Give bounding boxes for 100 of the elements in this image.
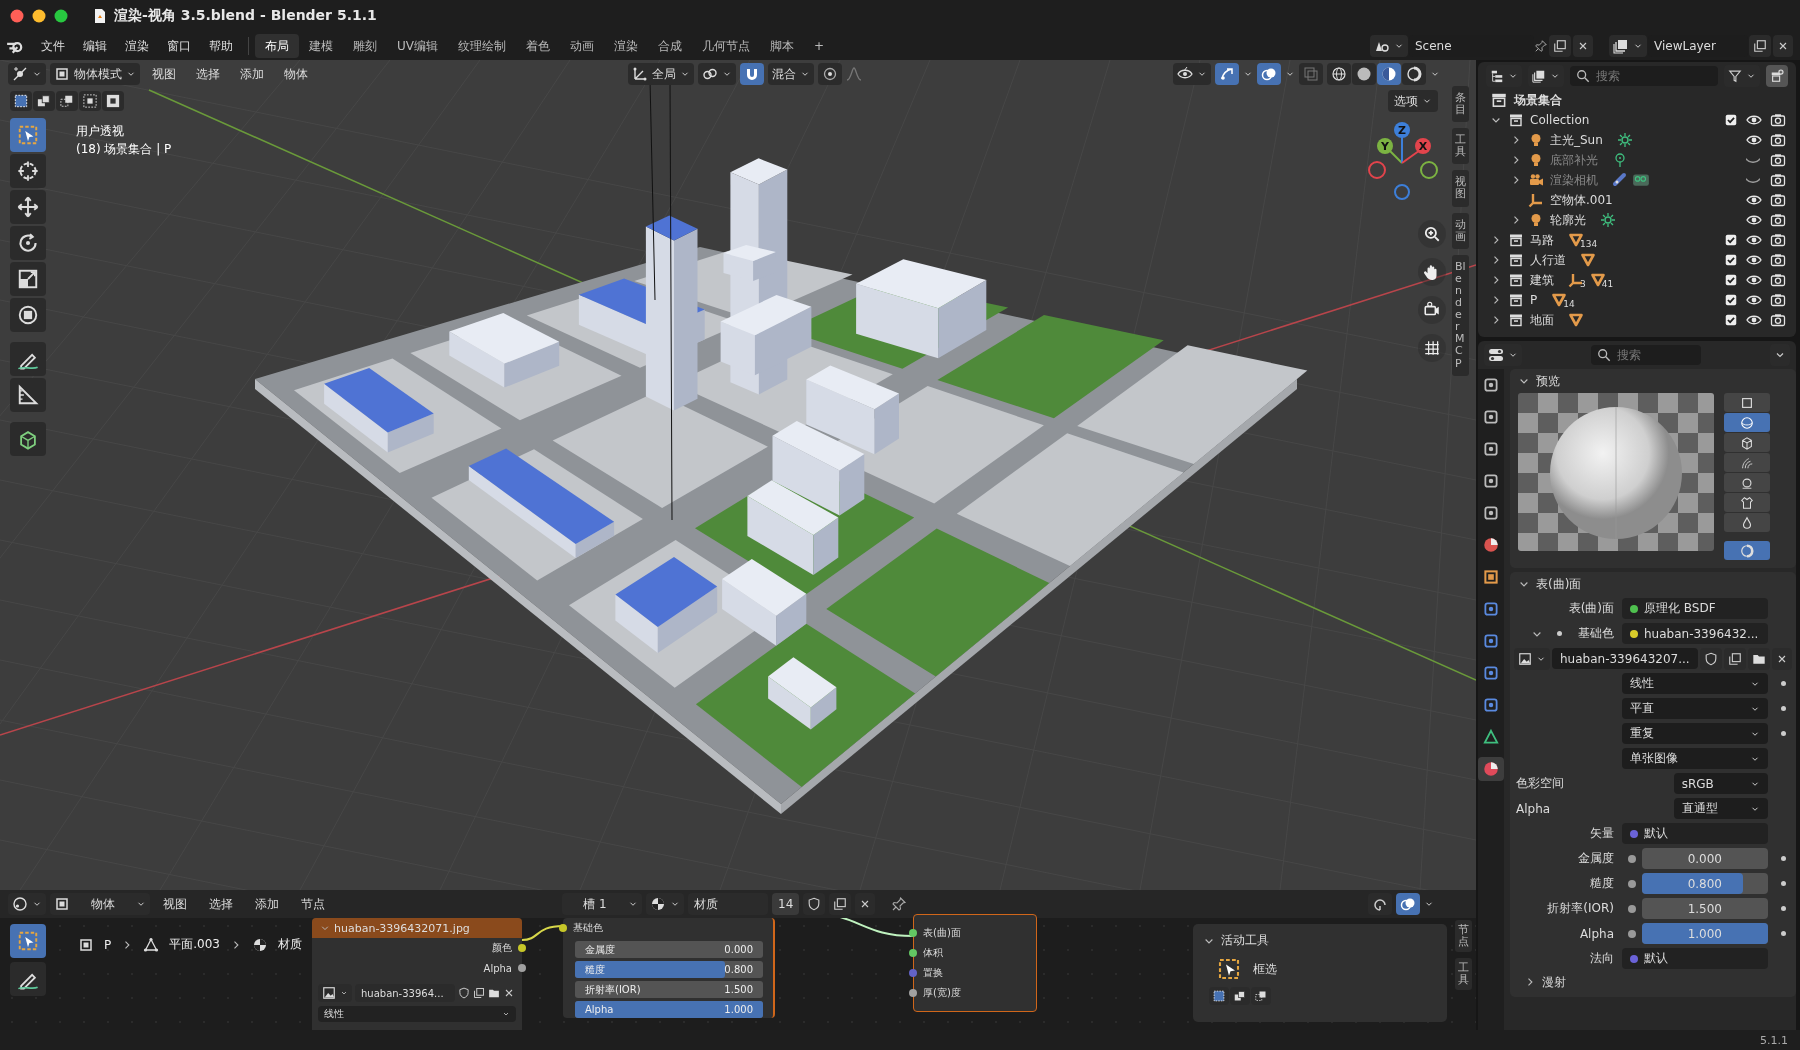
- workspace-tab[interactable]: 几何节点: [692, 34, 760, 58]
- node-slider[interactable]: Alpha 1.000: [575, 1001, 763, 1018]
- value-slider[interactable]: 0.800: [1642, 873, 1768, 894]
- outliner-item[interactable]: 主光_Sun: [1550, 131, 1603, 149]
- property-label: 基础色: [1578, 625, 1614, 642]
- menu-item[interactable]: 添加: [232, 63, 272, 85]
- version-label: 5.1.1: [1760, 1033, 1788, 1047]
- search-field[interactable]: 搜索: [1570, 66, 1718, 86]
- workspace-tab[interactable]: 纹理绘制: [448, 34, 516, 58]
- menu-item[interactable]: 物体: [276, 63, 316, 85]
- menu-item[interactable]: 渲染: [116, 34, 158, 58]
- menu-item[interactable]: 节点: [292, 893, 334, 915]
- property-label: 色彩空间: [1515, 775, 1565, 792]
- socket-label: 基础色: [573, 921, 603, 935]
- image-name-field[interactable]: huaban-33964...: [355, 984, 455, 1002]
- outliner-item[interactable]: 渲染相机: [1550, 171, 1598, 189]
- socket-label: 颜色: [492, 941, 512, 955]
- outliner-item[interactable]: 轮廓光: [1550, 211, 1586, 229]
- socket-label: Alpha: [483, 962, 512, 974]
- menu-item[interactable]: 编辑: [74, 34, 116, 58]
- menu-item[interactable]: 添加: [246, 893, 288, 915]
- material-name-field[interactable]: 材质: [688, 893, 768, 915]
- sidebar-tab[interactable]: 动画: [1452, 212, 1469, 249]
- value-slider[interactable]: 1.000: [1642, 923, 1768, 944]
- options-dropdown[interactable]: 选项: [1388, 90, 1438, 112]
- snap-dropdown[interactable]: 混合: [767, 63, 814, 85]
- outliner-item[interactable]: 空物体.001: [1550, 191, 1613, 209]
- count-label: 41: [1601, 279, 1614, 289]
- axis-handle[interactable]: Z: [1394, 122, 1410, 138]
- node-slider[interactable]: 糙度 0.800: [575, 961, 763, 978]
- sidebar-tab[interactable]: BlenderMCP: [1452, 254, 1469, 376]
- add-workspace-button[interactable]: +: [804, 34, 835, 58]
- count-label: 14: [1563, 299, 1575, 309]
- sidebar-tab[interactable]: 节点: [1455, 920, 1472, 953]
- workspace-tab[interactable]: 渲染: [604, 34, 648, 58]
- menu-item[interactable]: 视图: [144, 63, 184, 85]
- outliner-item[interactable]: 场景集合: [1514, 91, 1562, 109]
- workspace-tab[interactable]: 布局: [255, 34, 299, 58]
- sidebar-tab[interactable]: 工具: [1455, 958, 1472, 991]
- outliner-item[interactable]: Collection: [1530, 113, 1590, 127]
- axis-handle[interactable]: X: [1415, 138, 1431, 154]
- count-label: 3: [1580, 279, 1586, 289]
- outliner-item[interactable]: 人行道: [1530, 251, 1566, 269]
- axis-gizmo[interactable]: Y Z X: [1357, 118, 1447, 208]
- dropdown[interactable]: 单张图像: [1622, 748, 1768, 769]
- menu-item[interactable]: 选择: [200, 893, 242, 915]
- link-field[interactable]: 默认: [1622, 823, 1768, 844]
- view-name: 用户透视: [76, 123, 125, 140]
- sidebar-tab[interactable]: 工具: [1452, 128, 1469, 165]
- dropdown[interactable]: 重复: [1622, 723, 1768, 744]
- axis-handle[interactable]: Y: [1377, 138, 1393, 154]
- link-field[interactable]: 默认: [1622, 948, 1768, 969]
- outliner-item[interactable]: 建筑: [1530, 271, 1554, 289]
- workspace-tab[interactable]: UV编辑: [387, 34, 448, 58]
- context-label: (18) 场景集合 | P: [76, 141, 173, 158]
- object-type-dropdown[interactable]: 物体: [50, 893, 150, 915]
- dropdown[interactable]: 线性: [1622, 673, 1768, 694]
- workspace-tab[interactable]: 脚本: [760, 34, 804, 58]
- socket-label: 体积: [923, 946, 943, 960]
- orientation-dropdown[interactable]: 全局: [627, 63, 694, 85]
- outliner-item[interactable]: 地面: [1530, 311, 1554, 329]
- panel-title[interactable]: 表(曲)面: [1536, 575, 1582, 593]
- workspace-tab[interactable]: 着色: [516, 34, 560, 58]
- workspace-tab[interactable]: 建模: [299, 34, 343, 58]
- mode-dropdown[interactable]: 物体模式: [50, 63, 140, 85]
- menu-item[interactable]: 文件: [32, 34, 74, 58]
- outliner-item[interactable]: 底部补光: [1550, 151, 1598, 169]
- socket-label: 厚(宽)度: [923, 986, 961, 1000]
- property-label: 折射率(IOR): [1546, 900, 1614, 917]
- sidebar-tab[interactable]: 视图: [1452, 170, 1469, 207]
- node-slider[interactable]: 金属度 0.000: [575, 941, 763, 958]
- menu-item[interactable]: 视图: [154, 893, 196, 915]
- image-name-field[interactable]: huaban-339643207...: [1552, 648, 1698, 669]
- panel-title[interactable]: 预览: [1536, 372, 1560, 390]
- outliner-item[interactable]: P: [1530, 293, 1538, 307]
- workspace-tab[interactable]: 雕刻: [343, 34, 387, 58]
- dropdown[interactable]: sRGB: [1673, 773, 1768, 794]
- sidebar-tab[interactable]: 条目: [1452, 86, 1469, 123]
- workspace-tab[interactable]: 合成: [648, 34, 692, 58]
- value-slider[interactable]: 1.500: [1642, 898, 1768, 919]
- link-field[interactable]: huaban-3396432...: [1622, 623, 1768, 644]
- menu-item[interactable]: 窗口: [158, 34, 200, 58]
- search-field[interactable]: 搜索: [1591, 345, 1701, 365]
- dropdown[interactable]: 直通型: [1673, 798, 1768, 819]
- link-field[interactable]: 原理化 BSDF: [1622, 598, 1768, 619]
- user-count[interactable]: 14: [772, 893, 800, 915]
- breadcrumb-item: 材质: [277, 936, 302, 953]
- value-slider[interactable]: 0.000: [1642, 848, 1768, 869]
- slot-dropdown[interactable]: 槽 1: [562, 893, 642, 915]
- dropdown[interactable]: 平直: [1622, 698, 1768, 719]
- count-label: 134: [1580, 239, 1598, 249]
- interpolation-dropdown[interactable]: 线性: [318, 1006, 516, 1022]
- node-slider[interactable]: 折射率(IOR) 1.500: [575, 981, 763, 998]
- outliner-item[interactable]: 马路: [1530, 231, 1554, 249]
- breadcrumb-item: P: [104, 937, 112, 952]
- menu-item[interactable]: 选择: [188, 63, 228, 85]
- menu-item[interactable]: 帮助: [200, 34, 242, 58]
- workspace-tab[interactable]: 动画: [560, 34, 604, 58]
- subpanel-title[interactable]: 漫射: [1542, 973, 1566, 991]
- socket-label: 表(曲)面: [923, 926, 961, 940]
